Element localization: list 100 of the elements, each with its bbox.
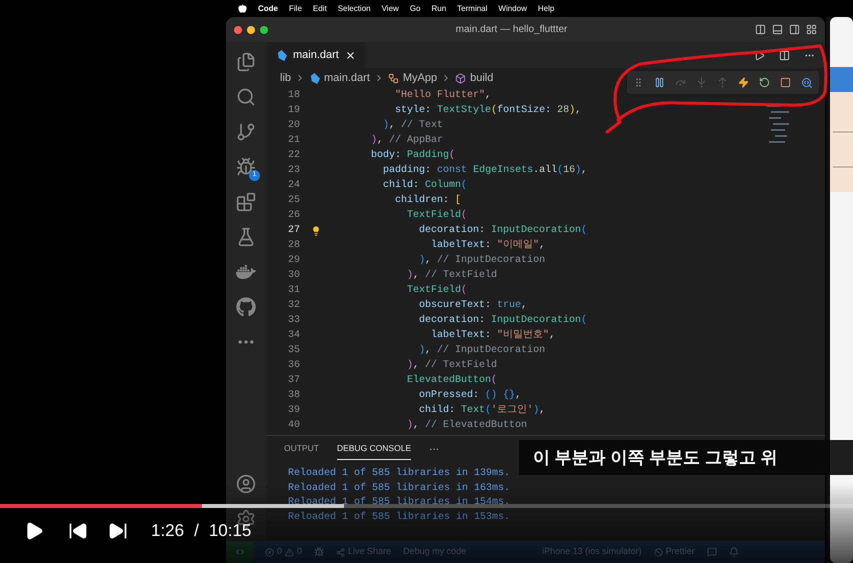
line-number: 22	[286, 149, 300, 163]
code-line: labelText: "이메일",	[430, 238, 546, 253]
code-line: TextField(	[406, 284, 468, 298]
line-number: 30	[286, 269, 300, 283]
panel-tab[interactable]: OUTPUT	[284, 438, 319, 460]
devtools-search-icon[interactable]	[801, 76, 813, 88]
search-icon[interactable]	[236, 87, 256, 107]
console-line: Reloaded 1 of 585 libraries in 153ms.	[288, 510, 510, 524]
warning-icon	[285, 548, 294, 556]
line-number: 37	[286, 374, 300, 388]
console-line: Reloaded 1 of 585 libraries in 139ms.	[288, 467, 510, 481]
skip-back-icon[interactable]	[68, 521, 88, 541]
dart-file-icon	[276, 50, 287, 60]
editor-tab[interactable]: main.dart	[266, 42, 366, 68]
secondary-sidebar-icon[interactable]	[789, 24, 800, 35]
line-number: 34	[286, 329, 300, 343]
line-number: 40	[286, 419, 300, 433]
minimize-button[interactable]	[247, 26, 255, 34]
line-number: 23	[286, 164, 300, 178]
maximize-button[interactable]	[260, 26, 268, 34]
files-icon[interactable]	[236, 52, 256, 72]
code-line: ), // ElevatedButton	[406, 418, 528, 433]
line-number: 25	[286, 194, 300, 208]
progress-track[interactable]	[0, 504, 853, 508]
line-number: 24	[286, 179, 300, 193]
menu-item[interactable]: Go	[410, 2, 420, 14]
code-line: body: Padding(	[370, 148, 456, 163]
menu-item[interactable]: View	[382, 2, 399, 14]
dart-file-icon	[309, 72, 320, 84]
menu-item[interactable]: Edit	[312, 2, 327, 14]
bug-icon[interactable]	[236, 157, 256, 177]
code-line: ), // Text	[382, 118, 444, 133]
code-line: "Hello Flutter",	[394, 88, 492, 103]
skip-forward-icon[interactable]	[108, 521, 128, 541]
breadcrumb-item[interactable]: lib	[280, 70, 292, 86]
panel-tab[interactable]: DEBUG CONSOLE	[336, 438, 412, 460]
flask-icon[interactable]	[236, 227, 256, 247]
cube-icon	[455, 72, 466, 84]
panel-layout-icon[interactable]	[772, 24, 783, 35]
time-separator: /	[194, 520, 199, 542]
code-line: child: Column(	[382, 178, 468, 193]
whale-icon[interactable]	[236, 262, 256, 282]
code-line: ), // InputDecoration	[418, 344, 546, 358]
app-menu[interactable]: Code	[258, 2, 278, 14]
code-line: child: Text('로그인'),	[418, 404, 546, 418]
line-number: 38	[286, 389, 300, 403]
class-icon	[388, 72, 399, 84]
menu-item[interactable]: Run	[431, 2, 446, 14]
code-line: ), // TextField	[406, 358, 498, 373]
menu-item[interactable]: Terminal	[457, 2, 488, 14]
menu-item[interactable]: Selection	[338, 2, 371, 14]
drag-handle-icon[interactable]	[633, 77, 644, 88]
stop-icon[interactable]	[780, 77, 791, 88]
code-line: ), // TextField	[406, 268, 498, 283]
branch-icon[interactable]	[236, 122, 256, 142]
line-number: 18	[286, 89, 300, 103]
github-cat-icon[interactable]	[236, 297, 256, 317]
pause-icon[interactable]	[654, 77, 665, 88]
share-icon	[336, 548, 346, 556]
code-line: labelText: "비밀번호",	[430, 328, 556, 343]
code-line: ), // InputDecoration	[418, 254, 546, 268]
menu-item[interactable]: Help	[538, 2, 554, 14]
line-number: 28	[286, 239, 300, 253]
line-number: 21	[286, 134, 300, 148]
current-time: 1:26	[151, 520, 184, 542]
more-tabs-button[interactable]: ···	[429, 442, 440, 456]
line-number: 35	[286, 344, 300, 358]
line-number: 33	[286, 314, 300, 328]
console-line: Reloaded 1 of 585 libraries in 154ms.	[288, 496, 510, 510]
breadcrumb-item[interactable]: build	[470, 70, 494, 86]
line-number: 32	[286, 299, 300, 313]
code-line: ), // AppBar	[370, 134, 444, 148]
lightbulb-icon[interactable]	[311, 226, 321, 236]
sidebar-layout-icon[interactable]	[755, 24, 766, 35]
line-number: 19	[286, 104, 300, 118]
code-line: onPressed: () {},	[418, 388, 522, 403]
layout-icon[interactable]	[806, 24, 817, 35]
breadcrumb-item[interactable]: main.dart	[324, 70, 370, 86]
window-title: main.dart — hello_fluttter	[454, 23, 568, 37]
prohibited-icon	[654, 548, 663, 556]
lightning-icon[interactable]	[738, 77, 749, 88]
code-line: ElevatedButton(	[406, 374, 498, 388]
code-line: style: TextStyle(fontSize: 28),	[394, 104, 582, 118]
remote-icon	[234, 547, 244, 557]
extensions-icon[interactable]	[236, 192, 256, 212]
code-line: padding: const EdgeInsets.all(16),	[382, 164, 588, 178]
restart-icon[interactable]	[759, 77, 770, 88]
line-number: 39	[286, 404, 300, 418]
breadcrumb-item[interactable]: MyApp	[402, 70, 438, 86]
menu-item[interactable]: File	[289, 2, 302, 14]
apple-logo-icon[interactable]	[238, 4, 247, 13]
line-number: 31	[286, 284, 300, 298]
error-icon	[265, 548, 274, 556]
close-icon[interactable]	[344, 50, 356, 60]
menu-item[interactable]: Window	[498, 2, 527, 14]
close-button[interactable]	[234, 26, 242, 34]
line-number: 26	[286, 209, 300, 223]
split-editor-icon[interactable]	[779, 50, 790, 60]
account-icon[interactable]	[236, 474, 256, 494]
line-number: 36	[286, 359, 300, 373]
